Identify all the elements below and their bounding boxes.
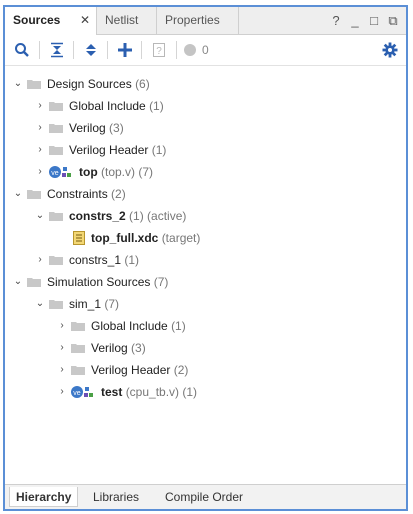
tab-bar: Sources ✕ Netlist Properties ? _ □ ⧉ xyxy=(5,7,406,35)
folder-icon xyxy=(49,300,63,309)
tree-item-count: (top.v) (7) xyxy=(101,165,154,179)
collapse-all-icon[interactable] xyxy=(46,39,68,61)
help-icon[interactable]: ? xyxy=(327,7,345,34)
chevron-down-icon[interactable]: ⌄ xyxy=(13,183,23,205)
tree-item-label: constrs_1 xyxy=(69,253,122,267)
folder-icon xyxy=(49,212,63,221)
tree-item-count: (cpu_tb.v) (1) xyxy=(125,385,198,399)
chevron-right-icon[interactable]: › xyxy=(35,139,45,161)
tab-libraries[interactable]: Libraries xyxy=(87,487,145,507)
chevron-down-icon[interactable]: ⌄ xyxy=(13,271,23,293)
folder-icon xyxy=(71,344,85,353)
tree-item-label: top_full.xdc xyxy=(91,231,159,245)
chevron-right-icon[interactable]: › xyxy=(35,117,45,139)
tree-item-count: (target) xyxy=(161,231,201,245)
tree-item-label: Design Sources xyxy=(47,77,132,91)
verilog-module-icon: ve xyxy=(71,386,93,398)
tree-item-label: Verilog xyxy=(91,341,128,355)
tree-item-count: (1) (active) xyxy=(129,209,187,223)
tree-item-label: test xyxy=(101,385,123,399)
tree-item-count: (3) xyxy=(131,341,146,355)
tree-item-label: Verilog Header xyxy=(69,143,149,157)
chevron-down-icon[interactable]: ⌄ xyxy=(35,205,45,227)
properties-icon[interactable]: ? xyxy=(148,39,170,61)
svg-text:ve: ve xyxy=(73,390,81,397)
chevron-right-icon[interactable]: › xyxy=(35,95,45,117)
tree-item-label: Verilog Header xyxy=(91,363,171,377)
svg-text:ve: ve xyxy=(51,170,59,177)
folder-icon xyxy=(49,124,63,133)
minimize-icon[interactable]: _ xyxy=(346,7,364,34)
tree-item-label: Simulation Sources xyxy=(47,275,151,289)
chevron-right-icon[interactable]: › xyxy=(57,359,67,381)
tree-item-count: (6) xyxy=(135,77,150,91)
search-icon[interactable] xyxy=(11,39,33,61)
folder-icon xyxy=(27,278,41,287)
maximize-icon[interactable]: □ xyxy=(365,7,383,34)
tab-hierarchy[interactable]: Hierarchy xyxy=(9,487,79,507)
tree-item-label: sim_1 xyxy=(69,297,102,311)
folder-icon xyxy=(71,366,85,375)
tree-item-count: (2) xyxy=(173,363,189,377)
verilog-module-icon: ve xyxy=(49,166,71,178)
svg-text:?: ? xyxy=(156,46,162,57)
tree-item-label: Global Include xyxy=(69,99,146,113)
folder-icon xyxy=(49,256,63,265)
add-icon[interactable] xyxy=(114,39,136,61)
sources-window: Sources ✕ Netlist Properties ? _ □ ⧉ ? 0… xyxy=(3,5,408,511)
tab-properties[interactable]: Properties xyxy=(157,7,239,34)
chevron-right-icon[interactable]: › xyxy=(35,249,45,271)
tab-sources[interactable]: Sources ✕ xyxy=(5,7,97,35)
tab-compile-order[interactable]: Compile Order xyxy=(159,487,249,507)
chevron-right-icon[interactable]: › xyxy=(35,161,45,183)
folder-icon xyxy=(49,146,63,155)
folder-icon xyxy=(27,190,41,199)
tree-item-label: top xyxy=(79,165,98,179)
tab-netlist[interactable]: Netlist xyxy=(97,7,157,34)
tab-netlist-label: Netlist xyxy=(105,13,139,27)
chevron-right-icon[interactable]: › xyxy=(57,315,67,337)
tree-item-label: Verilog xyxy=(69,121,106,135)
folder-icon xyxy=(27,80,41,89)
toolbar: ? 0 xyxy=(5,35,406,66)
folder-icon xyxy=(49,102,63,111)
tree-item-count: (1) xyxy=(149,99,164,113)
tree-item-count: (2) xyxy=(111,187,126,201)
tab-sources-label: Sources xyxy=(13,13,61,27)
status-dot-icon xyxy=(184,44,196,56)
tree-item-label: Constraints xyxy=(47,187,108,201)
tree-item-label: constrs_2 xyxy=(69,209,126,223)
gear-icon[interactable] xyxy=(379,39,401,61)
tree-item-label: Global Include xyxy=(91,319,168,333)
float-icon[interactable]: ⧉ xyxy=(384,7,402,34)
tree-item-count: (1) xyxy=(171,319,186,333)
tree-item-count: (7) xyxy=(104,297,120,311)
tree-item-count: (1) xyxy=(124,253,140,267)
bottom-tab-bar: Hierarchy Libraries Compile Order xyxy=(5,484,406,509)
tree-item-count: (3) xyxy=(109,121,124,135)
ip-count: 0 xyxy=(202,43,209,57)
chevron-down-icon[interactable]: ⌄ xyxy=(13,73,23,95)
tree-item-count: (1) xyxy=(151,143,167,157)
tab-properties-label: Properties xyxy=(165,13,220,27)
tree-item-count: (7) xyxy=(153,275,169,289)
chevron-down-icon[interactable]: ⌄ xyxy=(35,293,45,315)
expand-all-icon[interactable] xyxy=(80,39,102,61)
folder-icon xyxy=(71,322,85,331)
chevron-right-icon[interactable]: › xyxy=(57,381,67,403)
chevron-right-icon[interactable]: › xyxy=(57,337,67,359)
close-icon[interactable]: ✕ xyxy=(80,7,90,34)
xdc-file-icon xyxy=(73,231,85,245)
ip-status[interactable]: 0 xyxy=(183,39,223,61)
